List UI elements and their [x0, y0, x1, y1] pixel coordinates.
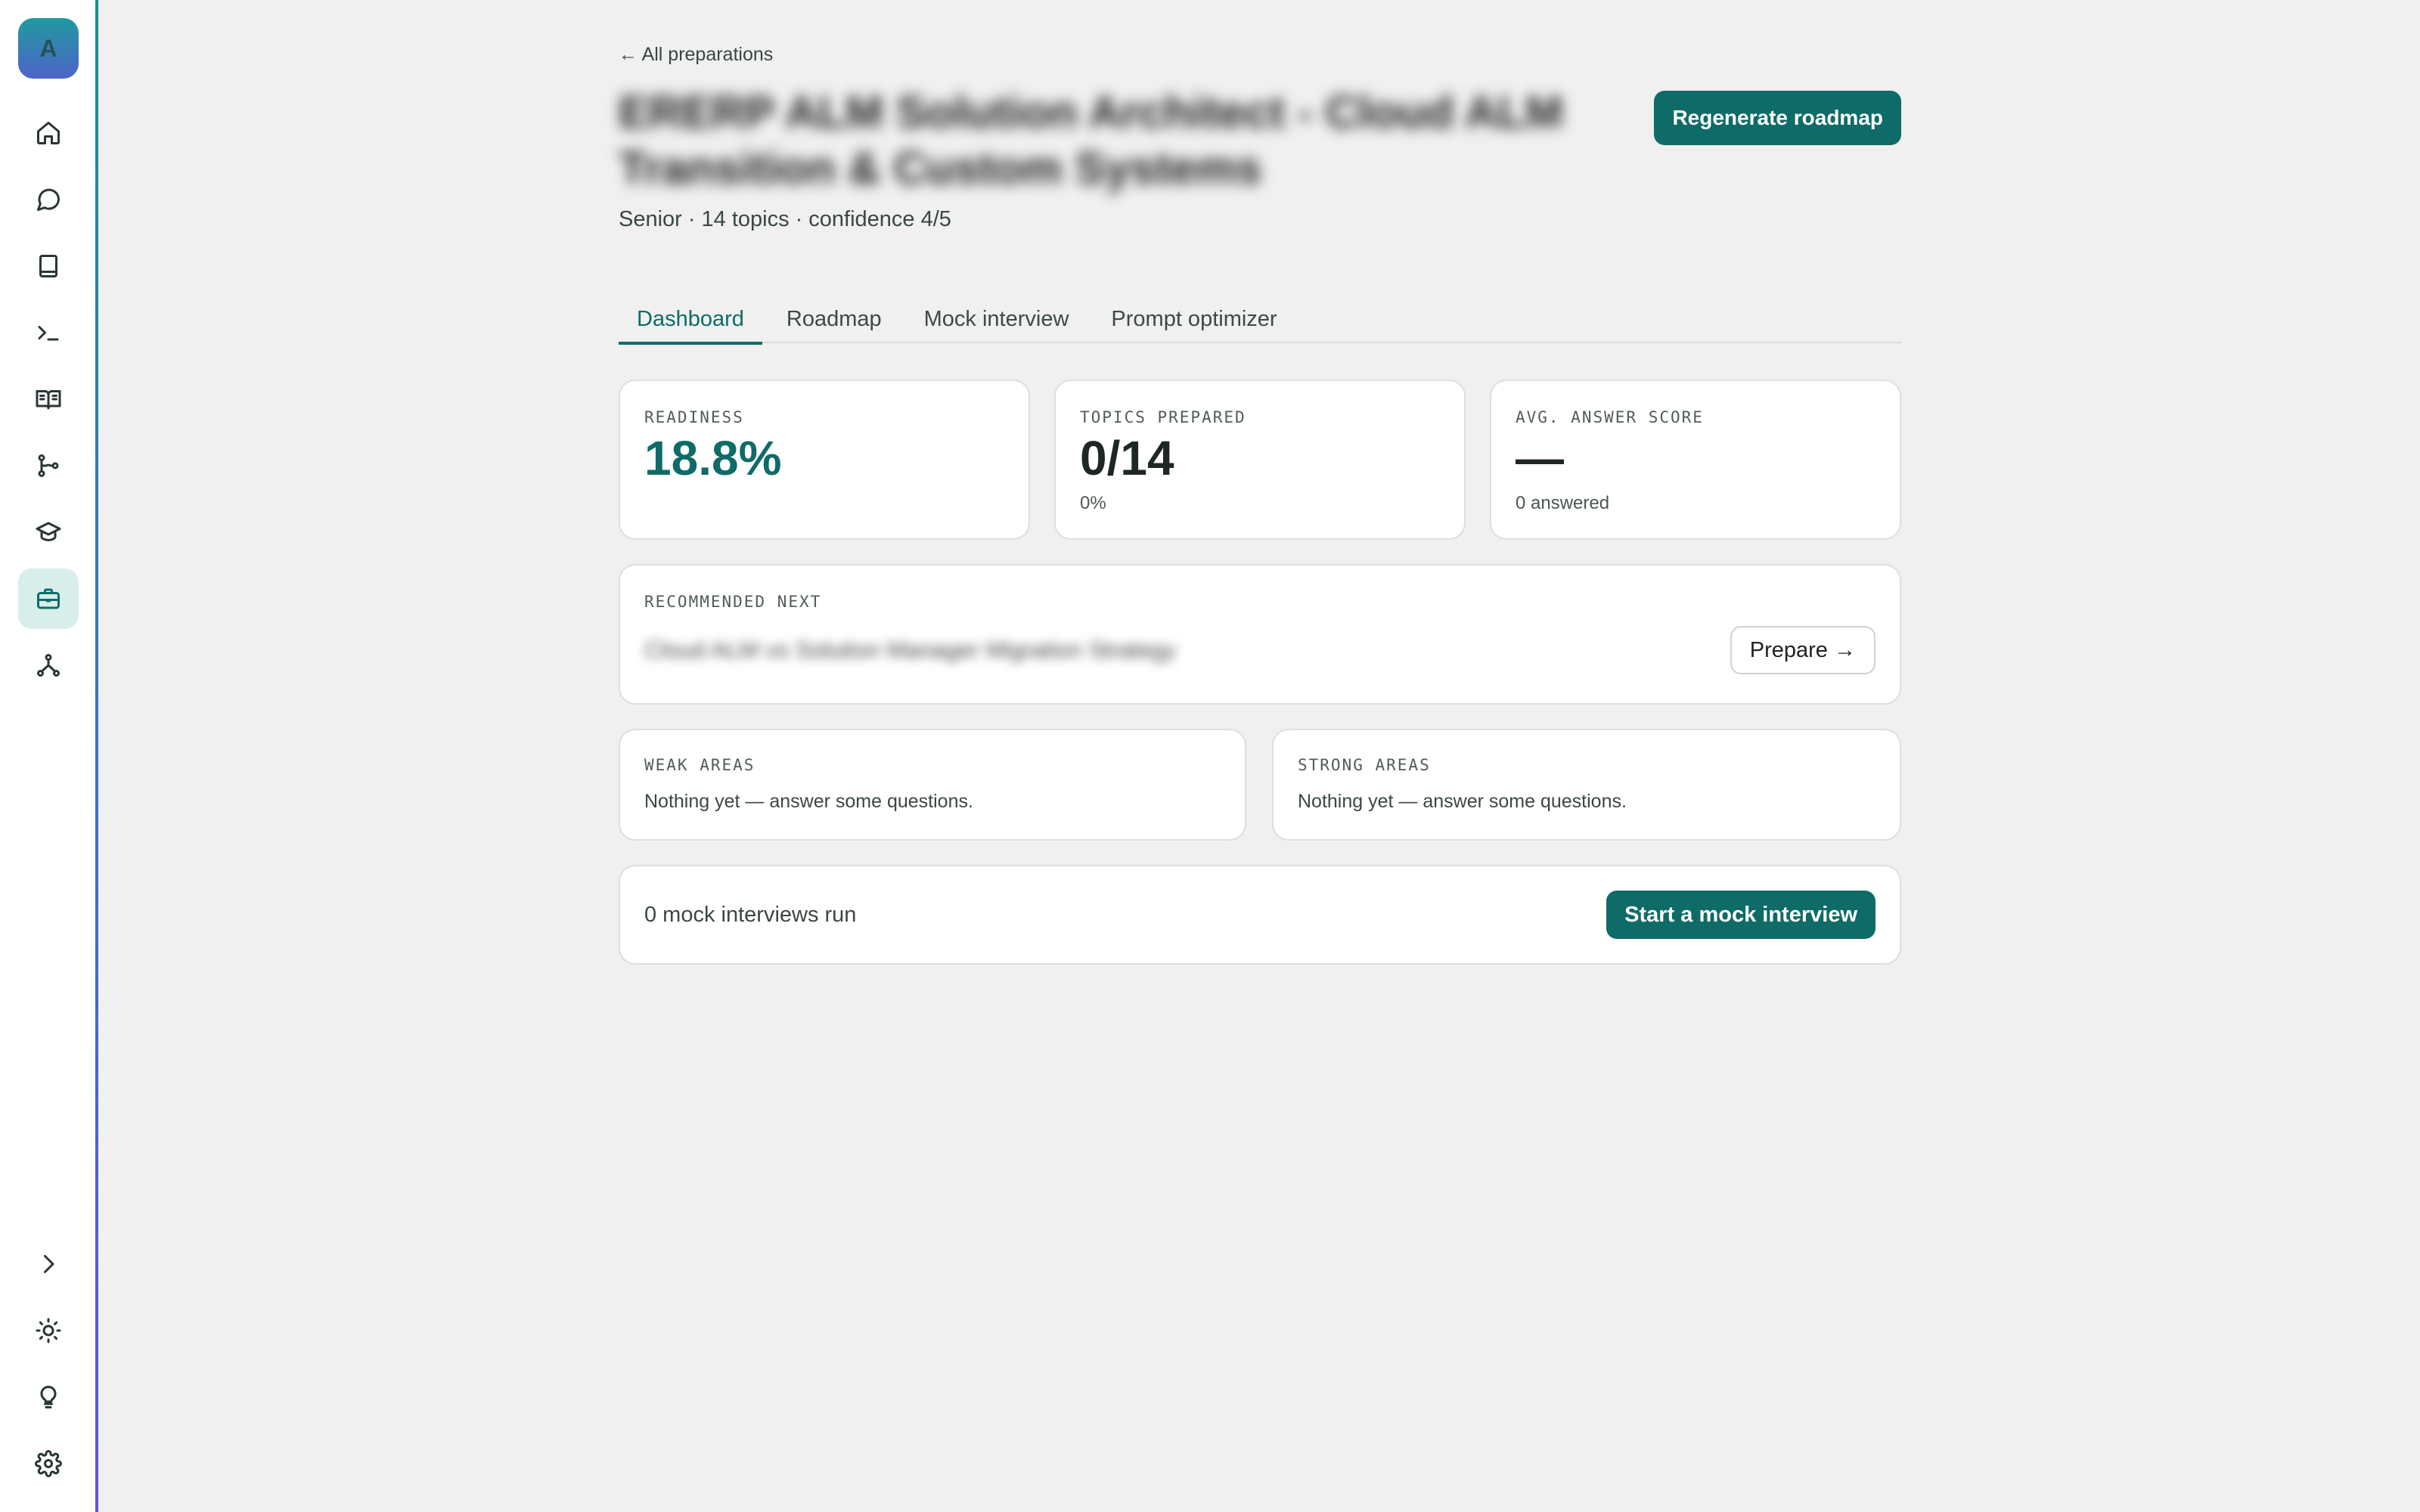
workflow-icon — [38, 454, 59, 477]
preparation-meta: Senior · 14 topics · confidence 4/5 — [619, 207, 951, 232]
recommended-next-label: RECOMMENDED NEXT — [644, 593, 822, 611]
home-icon — [37, 122, 60, 144]
answered-count: 0 answered — [1516, 493, 1610, 513]
avg-score-card: AVG. ANSWER SCORE — 0 answered — [1490, 380, 1901, 540]
avatar-letter: A — [39, 34, 57, 62]
sidebar-item-workflows[interactable] — [18, 435, 79, 496]
chat-icon — [37, 188, 60, 211]
topics-prepared-card: TOPICS PREPARED 0/14 0% — [1054, 380, 1466, 540]
avatar[interactable]: A — [18, 18, 79, 79]
chevron-right-icon — [44, 1255, 54, 1273]
sidebar-item-library[interactable] — [18, 369, 79, 429]
sidebar-expand-button[interactable] — [18, 1234, 79, 1294]
separator: · — [795, 207, 803, 231]
topics-prepared-label: TOPICS PREPARED — [1080, 408, 1246, 426]
sidebar-item-notebook[interactable] — [18, 236, 79, 296]
topics-prepared-percent: 0% — [1080, 493, 1106, 513]
notebook-icon — [39, 255, 57, 277]
theme-toggle-button[interactable] — [18, 1300, 79, 1361]
sidebar-item-home[interactable] — [18, 103, 79, 163]
network-icon — [37, 654, 60, 677]
strong-areas-text: Nothing yet — answer some questions. — [1298, 791, 1627, 812]
sidebar: A — [0, 0, 97, 1512]
strong-areas-label: STRONG AREAS — [1298, 756, 1431, 774]
tab-prompt-optimizer[interactable]: Prompt optimizer — [1093, 295, 1295, 343]
recommended-next-card: RECOMMENDED NEXT Cloud ALM vs Solution M… — [619, 564, 1901, 705]
separator: · — [687, 207, 696, 231]
avg-score-label: AVG. ANSWER SCORE — [1516, 408, 1704, 426]
prepare-button[interactable]: Prepare → — [1730, 626, 1876, 674]
sidebar-item-learning[interactable] — [18, 502, 79, 562]
page-title: ERERP ALM Solution Architect - Cloud ALM… — [619, 87, 1563, 194]
tab-dashboard[interactable]: Dashboard — [619, 295, 762, 345]
gear-icon — [35, 1450, 62, 1477]
mock-interviews-card: 0 mock interviews run Start a mock inter… — [619, 865, 1901, 965]
readiness-card: READINESS 18.8% — [619, 380, 1030, 540]
avg-score-value: — — [1516, 431, 1564, 485]
tab-bar: Dashboard Roadmap Mock interview Prompt … — [619, 295, 1901, 345]
strong-areas-card: STRONG AREAS Nothing yet — answer some q… — [1272, 729, 1901, 841]
tips-button[interactable] — [18, 1367, 79, 1427]
topic-count-text: 14 topics — [701, 207, 790, 231]
weak-areas-card: WEAK AREAS Nothing yet — answer some que… — [619, 729, 1246, 841]
mock-interviews-count: 0 mock interviews run — [644, 903, 857, 927]
tab-mock-interview[interactable]: Mock interview — [906, 295, 1087, 343]
book-open-icon — [36, 390, 61, 410]
regenerate-roadmap-button[interactable]: Regenerate roadmap — [1654, 91, 1901, 145]
terminal-icon — [38, 326, 59, 341]
confidence-text: confidence 4/5 — [808, 207, 951, 231]
sidebar-item-terminal[interactable] — [18, 302, 79, 363]
graduation-cap-icon — [36, 522, 61, 541]
sidebar-item-graph[interactable] — [18, 635, 79, 696]
level-text: Senior — [619, 207, 682, 231]
briefcase-icon — [37, 588, 60, 609]
weak-areas-label: WEAK AREAS — [644, 756, 755, 774]
tab-roadmap[interactable]: Roadmap — [768, 295, 900, 343]
sun-icon — [36, 1318, 61, 1343]
settings-button[interactable] — [18, 1433, 79, 1494]
start-mock-interview-button[interactable]: Start a mock interview — [1606, 891, 1876, 939]
back-to-preparations-link[interactable]: ← All preparations — [619, 44, 773, 66]
weak-areas-text: Nothing yet — answer some questions. — [644, 791, 973, 812]
sidebar-accent-border — [95, 0, 98, 1512]
lightbulb-icon — [40, 1385, 57, 1408]
readiness-label: READINESS — [644, 408, 744, 426]
topics-prepared-value: 0/14 — [1080, 431, 1174, 485]
recommended-topic: Cloud ALM vs Solution Manager Migration … — [644, 637, 1177, 663]
readiness-value: 18.8% — [644, 431, 782, 485]
sidebar-item-chat[interactable] — [18, 169, 79, 230]
sidebar-item-interview-prep[interactable] — [18, 569, 79, 629]
